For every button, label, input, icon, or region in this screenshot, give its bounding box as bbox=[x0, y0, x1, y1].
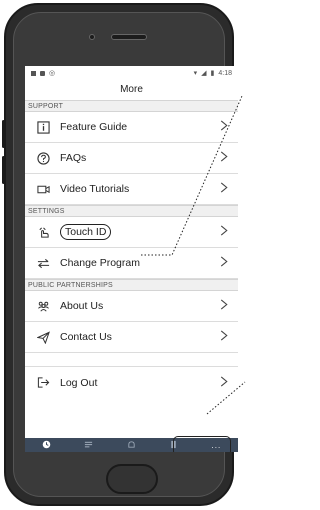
sync-icon: ◎ bbox=[49, 70, 56, 77]
menu-item-label: Contact Us bbox=[60, 331, 112, 343]
app-screen: ◎ ▾ ◢ ▮ 4:18 More SUPPORT Feature Guide … bbox=[25, 66, 238, 452]
menu-item-label: Feature Guide bbox=[60, 121, 128, 133]
menu-item-faqs[interactable]: FAQs bbox=[25, 143, 238, 174]
chevron-right-icon bbox=[220, 149, 228, 167]
menu-item-label: Change Program bbox=[60, 257, 140, 269]
page-title: More bbox=[120, 84, 143, 95]
video-camera-icon bbox=[34, 180, 52, 198]
question-circle-icon bbox=[34, 149, 52, 167]
chevron-right-icon bbox=[220, 118, 228, 136]
section-header-support: SUPPORT bbox=[25, 100, 238, 112]
chevron-right-icon bbox=[220, 180, 228, 198]
paper-plane-icon bbox=[34, 328, 52, 346]
menu-item-label: FAQs bbox=[60, 152, 87, 164]
swap-arrows-icon bbox=[34, 254, 52, 272]
menu-item-feature-guide[interactable]: Feature Guide bbox=[25, 112, 238, 143]
chevron-right-icon bbox=[220, 254, 228, 272]
wifi-icon: ▾ bbox=[193, 70, 198, 77]
chevron-right-icon bbox=[220, 328, 228, 346]
logout-arrow-icon bbox=[34, 374, 52, 392]
bell-icon[interactable] bbox=[127, 436, 136, 452]
menu-item-about-us[interactable]: About Us bbox=[25, 291, 238, 322]
touch-id-label: Touch ID bbox=[60, 224, 112, 240]
chevron-right-icon bbox=[220, 374, 228, 392]
section-header-settings: SETTINGS bbox=[25, 205, 238, 217]
menu-item-contact-us[interactable]: Contact Us bbox=[25, 322, 238, 353]
menu-spacer bbox=[25, 353, 238, 367]
menu-item-log-out[interactable]: Log Out bbox=[25, 367, 238, 398]
chevron-right-icon bbox=[220, 223, 228, 241]
info-box-icon bbox=[34, 118, 52, 136]
battery-icon: ▮ bbox=[210, 70, 215, 77]
menu-item-video-tutorials[interactable]: Video Tutorials bbox=[25, 174, 238, 205]
home-button[interactable] bbox=[106, 464, 158, 494]
section-header-public-partnerships: PUBLIC PARTNERSHIPS bbox=[25, 279, 238, 291]
menu-item-touch-id[interactable]: Touch ID bbox=[25, 217, 238, 248]
volume-button bbox=[2, 120, 5, 148]
status-bar: ◎ ▾ ◢ ▮ 4:18 bbox=[25, 66, 238, 80]
menu-item-label: About Us bbox=[60, 300, 104, 312]
hand-pointer-icon bbox=[34, 223, 52, 241]
signal-icon: ◢ bbox=[201, 70, 207, 77]
earpiece-speaker bbox=[111, 34, 147, 40]
notification-icon bbox=[31, 70, 36, 76]
people-icon bbox=[34, 297, 52, 315]
front-camera bbox=[89, 34, 95, 40]
more-tab-highlight bbox=[173, 436, 231, 452]
menu-item-label: Log Out bbox=[60, 376, 98, 389]
clock-icon[interactable] bbox=[42, 436, 51, 452]
volume-button bbox=[2, 156, 5, 184]
menu-item-label: Video Tutorials bbox=[60, 183, 130, 195]
chevron-right-icon bbox=[220, 297, 228, 315]
notification-icon bbox=[40, 70, 45, 76]
list-icon[interactable] bbox=[84, 436, 93, 452]
menu-item-change-program[interactable]: Change Program bbox=[25, 248, 238, 279]
status-time: 4:18 bbox=[218, 69, 232, 77]
